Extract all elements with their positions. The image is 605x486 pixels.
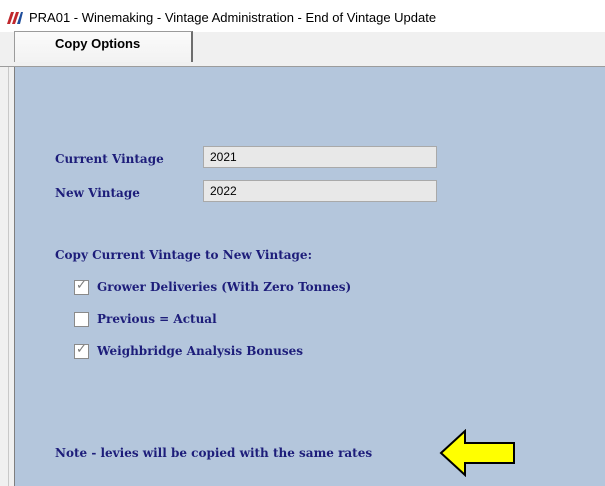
tab-label: Copy Options — [55, 36, 141, 51]
current-vintage-label: Current Vintage — [55, 152, 164, 166]
note-text: Note - levies will be copied with the sa… — [55, 446, 373, 460]
previous-actual-checkbox[interactable] — [74, 312, 89, 327]
grower-deliveries-checkbox[interactable]: ✓ — [74, 278, 89, 295]
weighbridge-bonuses-label[interactable]: Weighbridge Analysis Bonuses — [97, 344, 303, 358]
grower-deliveries-label[interactable]: Grower Deliveries (With Zero Tonnes) — [97, 280, 351, 294]
current-vintage-field[interactable]: 2021 — [203, 146, 437, 168]
new-vintage-label: New Vintage — [55, 186, 140, 200]
previous-actual-label[interactable]: Previous = Actual — [97, 312, 217, 326]
copy-heading: Copy Current Vintage to New Vintage: — [55, 248, 312, 262]
yellow-arrow-icon — [439, 429, 515, 477]
app-logo-icon — [7, 12, 23, 24]
new-vintage-field[interactable]: 2022 — [203, 180, 437, 202]
tab-strip: Copy Options — [0, 31, 605, 67]
check-mark-icon: ✓ — [76, 278, 87, 293]
check-mark-icon: ✓ — [76, 342, 87, 357]
weighbridge-bonuses-checkbox[interactable]: ✓ — [74, 342, 89, 359]
copy-options-panel — [14, 67, 605, 486]
tab-copy-options[interactable]: Copy Options — [14, 31, 193, 62]
window: PRA01 - Winemaking - Vintage Administrat… — [0, 0, 605, 486]
window-title: PRA01 - Winemaking - Vintage Administrat… — [29, 10, 437, 25]
